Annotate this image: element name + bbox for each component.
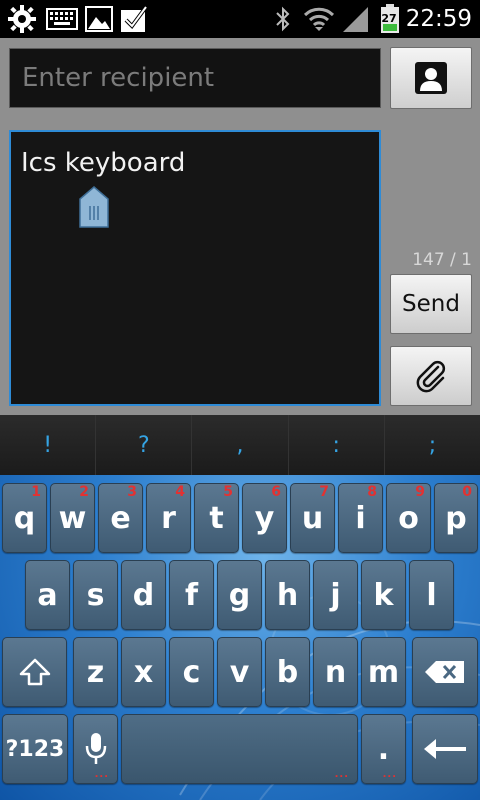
- suggestion-exclamation[interactable]: !: [0, 415, 97, 475]
- key-hint-dots: ...: [94, 769, 109, 780]
- suggestion-colon[interactable]: :: [289, 415, 385, 475]
- key-v[interactable]: v: [217, 637, 262, 707]
- message-text: Ics keyboard: [21, 148, 186, 178]
- signal-icon: [340, 4, 370, 34]
- battery-level: 27: [381, 12, 397, 25]
- keyboard-icon: [45, 4, 79, 34]
- suggestion-semicolon[interactable]: ;: [385, 415, 480, 475]
- shift-key[interactable]: [2, 637, 67, 707]
- bluetooth-icon: [272, 4, 294, 34]
- char-counter: 147 / 1: [412, 250, 472, 270]
- wifi-icon: [302, 4, 336, 34]
- key-w[interactable]: w2: [50, 483, 95, 553]
- key-x[interactable]: x: [121, 637, 166, 707]
- key-z[interactable]: z: [73, 637, 118, 707]
- attach-button[interactable]: [390, 346, 472, 406]
- key-l[interactable]: l: [409, 560, 454, 630]
- period-key[interactable]: . ...: [361, 714, 406, 784]
- suggestion-comma[interactable]: ,: [192, 415, 289, 475]
- key-d[interactable]: d: [121, 560, 166, 630]
- backspace-key[interactable]: [412, 637, 478, 707]
- suggestion-bar: ! ? , : ;: [0, 415, 480, 475]
- backspace-icon: [425, 661, 464, 683]
- key-e[interactable]: e3: [98, 483, 143, 553]
- send-button[interactable]: Send: [390, 274, 472, 334]
- clock: 22:59: [405, 6, 472, 32]
- status-bar: 27 22:59: [0, 0, 480, 38]
- key-hint-dots: ...: [382, 769, 397, 780]
- key-y[interactable]: y6: [242, 483, 287, 553]
- compose-area: Ics keyboard 147 / 1 Send: [0, 38, 480, 415]
- voice-input-key[interactable]: ...: [73, 714, 118, 784]
- contacts-button[interactable]: [390, 47, 472, 109]
- shift-arrow-icon: [19, 658, 50, 686]
- recipient-field[interactable]: [9, 48, 381, 108]
- checkbox-icon: [118, 4, 150, 34]
- key-s[interactable]: s: [73, 560, 118, 630]
- settings-gear-icon: [6, 4, 38, 34]
- key-c[interactable]: c: [169, 637, 214, 707]
- key-o[interactable]: o9: [386, 483, 431, 553]
- message-input[interactable]: Ics keyboard: [9, 130, 381, 406]
- contact-icon: [415, 62, 447, 94]
- key-j[interactable]: j: [313, 560, 358, 630]
- key-b[interactable]: b: [265, 637, 310, 707]
- symbols-key[interactable]: ?123: [2, 714, 68, 784]
- space-key[interactable]: ...: [121, 714, 358, 784]
- microphone-icon: [85, 733, 106, 764]
- key-r[interactable]: r4: [146, 483, 191, 553]
- key-g[interactable]: g: [217, 560, 262, 630]
- key-u[interactable]: u7: [290, 483, 335, 553]
- key-h[interactable]: h: [265, 560, 310, 630]
- suggestion-question[interactable]: ?: [96, 415, 193, 475]
- key-i[interactable]: i8: [338, 483, 383, 553]
- paperclip-icon: [416, 360, 446, 393]
- recipient-input[interactable]: [10, 49, 380, 107]
- period-label: .: [377, 731, 390, 767]
- cursor-handle-icon[interactable]: [79, 186, 109, 232]
- key-k[interactable]: k: [361, 560, 406, 630]
- image-icon: [83, 4, 115, 34]
- key-f[interactable]: f: [169, 560, 214, 630]
- key-a[interactable]: a: [25, 560, 70, 630]
- keyboard: q1 w2 e3 r4 t5 y6 u7 i8 o9 p0 a s d f g …: [0, 475, 480, 800]
- enter-key[interactable]: [412, 714, 478, 784]
- key-p[interactable]: p0: [434, 483, 478, 553]
- key-n[interactable]: n: [313, 637, 358, 707]
- key-hint-dots: ...: [334, 769, 349, 780]
- key-t[interactable]: t5: [194, 483, 239, 553]
- key-q[interactable]: q1: [2, 483, 47, 553]
- enter-arrow-icon: [424, 739, 466, 759]
- key-m[interactable]: m: [361, 637, 406, 707]
- battery-icon: 27: [378, 4, 402, 34]
